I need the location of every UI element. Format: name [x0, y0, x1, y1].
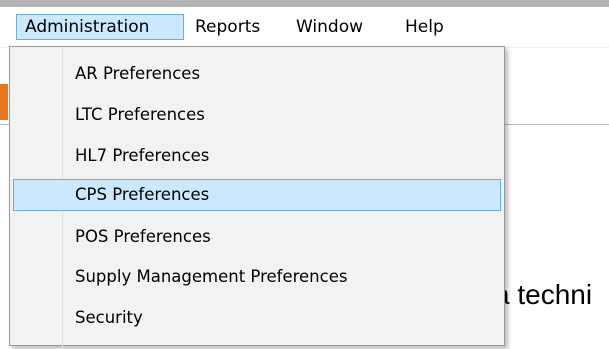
menu-item-security[interactable]: Security: [13, 302, 501, 334]
menu-item-ar-preferences[interactable]: AR Preferences: [13, 58, 501, 90]
menu-window[interactable]: Window: [288, 14, 394, 40]
background-partial-text: a techni: [494, 279, 593, 310]
menu-item-supply-management-preferences[interactable]: Supply Management Preferences: [13, 261, 501, 293]
menu-item-hl7-preferences[interactable]: HL7 Preferences: [13, 140, 501, 172]
menu-help[interactable]: Help: [397, 14, 461, 40]
background-accent-bar: [0, 84, 8, 120]
menu-reports[interactable]: Reports: [187, 14, 285, 40]
administration-dropdown-menu: AR Preferences LTC Preferences HL7 Prefe…: [9, 46, 505, 349]
menu-item-pos-preferences[interactable]: POS Preferences: [13, 221, 501, 253]
window-top-strip: [0, 0, 609, 7]
menu-item-ltc-preferences[interactable]: LTC Preferences: [13, 99, 501, 131]
menu-bar: Administration Reports Window Help: [0, 7, 609, 48]
menu-item-cps-preferences[interactable]: CPS Preferences: [13, 179, 501, 211]
menu-administration[interactable]: Administration: [16, 14, 184, 40]
